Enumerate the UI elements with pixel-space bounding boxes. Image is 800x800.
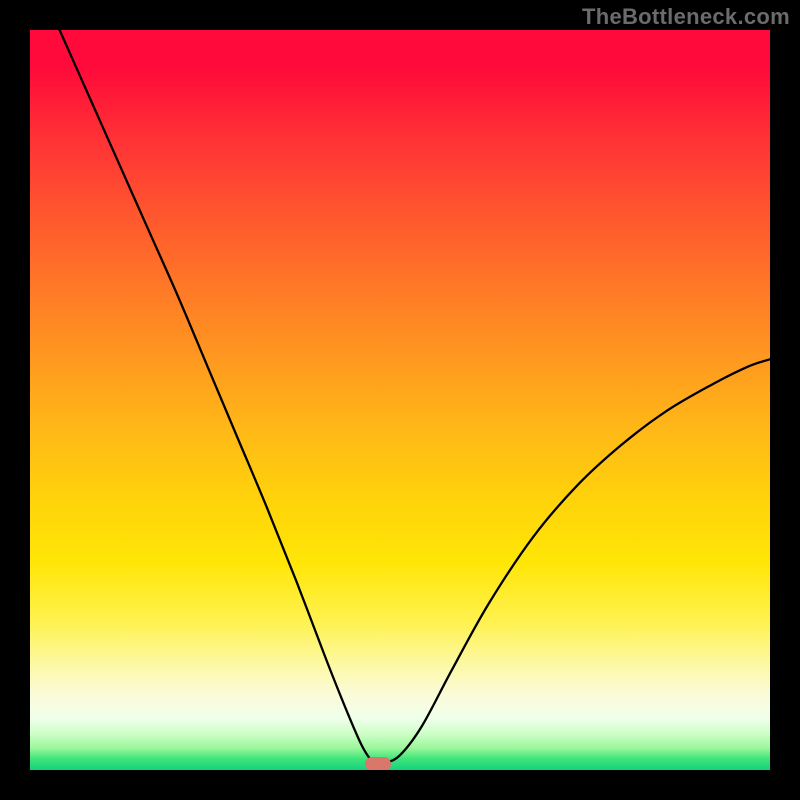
- curve-svg: [30, 30, 770, 770]
- curve-path: [60, 30, 770, 764]
- plot-area: [30, 30, 770, 770]
- min-marker: [365, 757, 391, 770]
- chart-frame: TheBottleneck.com: [0, 0, 800, 800]
- watermark-text: TheBottleneck.com: [582, 4, 790, 30]
